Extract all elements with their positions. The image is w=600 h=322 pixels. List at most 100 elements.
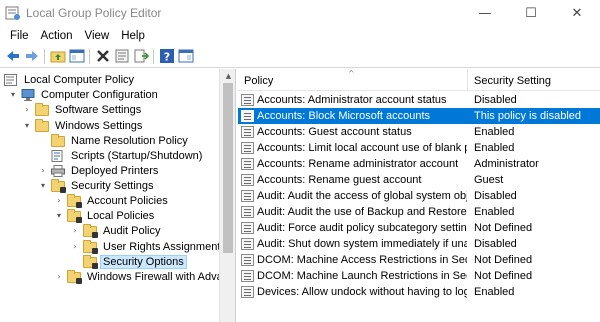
tree-item-software-settings[interactable]: › Software Settings [22,102,143,117]
policy-row[interactable]: Accounts: Block Microsoft accounts This p… [238,108,600,124]
policy-setting-value: Not Defined [474,222,533,234]
chevron-right-icon[interactable]: › [38,166,48,175]
tree-item-label: Scripts (Startup/Shutdown) [71,149,203,162]
column-header-security-setting[interactable]: Security Setting [474,75,551,87]
chevron-right-icon[interactable]: › [70,226,80,235]
policy-name: Accounts: Guest account status [257,126,412,138]
chevron-right-icon[interactable]: › [22,105,32,114]
toolbar-separator [153,49,154,64]
policy-row[interactable]: Audit: Force audit policy subcategory se… [238,220,600,236]
policy-list-pane[interactable]: ^ Policy Security Setting Accounts: Admi… [238,69,600,322]
menu-file[interactable]: File [4,30,35,42]
policy-setting-value: Disabled [474,190,517,202]
policy-setting-icon [241,222,254,234]
computer-icon [21,88,35,101]
console-view-icon[interactable] [177,47,195,65]
policy-row[interactable]: DCOM: Machine Access Restrictions in Sec… [238,252,600,268]
policy-setting-value: Disabled [474,94,517,106]
scroll-up-icon[interactable]: ▲ [220,69,235,83]
policy-row[interactable]: DCOM: Machine Launch Restrictions in Sec… [238,268,600,284]
policy-row[interactable]: Audit: Audit the access of global system… [238,188,600,204]
chevron-right-icon[interactable]: › [70,242,80,251]
close-button[interactable]: ✕ [554,0,600,26]
policy-setting-icon [241,238,254,250]
tree-item-security-settings[interactable]: ▾ Security Settings [38,178,156,193]
delete-icon[interactable] [94,47,112,65]
back-arrow-icon[interactable] [4,47,22,65]
tree-item-label: Local Policies [87,209,155,222]
security-folder-icon [83,254,98,269]
tree-item-label: Windows Firewall with Advan [87,270,229,283]
column-header-policy[interactable]: Policy [244,75,273,87]
security-folder-icon [51,178,66,193]
policy-row[interactable]: Audit: Shut down system immediately if u… [238,236,600,252]
tree-item-user-rights-assignment[interactable]: › User Rights Assignment [70,239,222,254]
tree-item-label: Audit Policy [103,224,161,237]
tree-item-windows-firewall[interactable]: › Windows Firewall with Advan [54,269,231,284]
chevron-right-icon[interactable]: › [54,196,64,205]
tree-item-account-policies[interactable]: › Account Policies [54,193,170,208]
policy-setting-icon [241,126,254,138]
folder-icon [35,118,49,132]
tree-item-local-policies[interactable]: ▾ Local Policies [54,208,156,223]
window-title: Local Group Policy Editor [26,6,162,20]
policy-name: Accounts: Rename administrator account [257,158,459,170]
tree-item-label: User Rights Assignment [103,240,221,253]
forward-arrow-icon[interactable] [23,47,41,65]
tree-item-label: Windows Settings [55,119,143,132]
scrollbar-thumb[interactable] [223,83,233,253]
tree-scrollbar[interactable]: ▲ [219,69,235,322]
policy-name: Audit: Force audit policy subcategory se… [257,222,467,234]
tree-item-computer-configuration[interactable]: ▾ Computer Configuration [8,87,160,102]
policy-name: Accounts: Rename guest account [257,174,422,186]
help-icon[interactable]: ? [158,47,176,65]
title-bar: Local Group Policy Editor — ☐ ✕ [0,0,600,26]
close-icon: ✕ [571,5,583,21]
policy-setting-icon [241,270,254,282]
script-icon [51,149,65,162]
tree-item-label: Software Settings [55,103,142,116]
policy-setting-icon [241,286,254,298]
menu-view[interactable]: View [79,30,116,42]
policy-setting-value: Enabled [474,142,515,154]
chevron-right-icon[interactable]: › [54,272,64,281]
properties-icon[interactable] [113,47,131,65]
policy-setting-value: Administrator [474,158,539,170]
policy-icon [4,73,18,86]
tree-pane[interactable]: Local Computer Policy ▾ Computer Configu… [0,69,236,322]
tree-item-deployed-printers[interactable]: › Deployed Printers [38,163,160,178]
menu-help[interactable]: Help [115,30,151,42]
maximize-button[interactable]: ☐ [508,0,554,26]
security-folder-icon [83,239,98,254]
policy-row[interactable]: Accounts: Administrator account status Di… [238,92,600,108]
policy-row[interactable]: Accounts: Limit local account use of bla… [238,140,600,156]
policy-row[interactable]: Devices: Allow undock without having to … [238,284,600,300]
policy-row[interactable]: Accounts: Rename guest account Guest [238,172,600,188]
minimize-button[interactable]: — [462,0,508,26]
chevron-down-icon[interactable]: ▾ [54,211,64,220]
menu-action[interactable]: Action [35,30,79,42]
policy-name: Accounts: Block Microsoft accounts [257,110,431,122]
svg-text:?: ? [164,51,170,64]
tree-item-scripts[interactable]: Scripts (Startup/Shutdown) [51,148,204,163]
policy-setting-icon [241,174,254,186]
up-folder-icon[interactable] [49,47,67,65]
policy-row[interactable]: Audit: Audit the use of Backup and Resto… [238,204,600,220]
chevron-down-icon[interactable]: ▾ [22,121,32,130]
tree-item-name-resolution-policy[interactable]: Name Resolution Policy [51,133,190,148]
policy-row[interactable]: Accounts: Rename administrator account Ad… [238,156,600,172]
tree-item-audit-policy[interactable]: › Audit Policy [70,223,162,238]
chevron-down-icon[interactable]: ▾ [8,90,18,99]
column-divider[interactable] [467,69,468,91]
policy-row[interactable]: Accounts: Guest account status Enabled [238,124,600,140]
toolbar-separator [44,49,45,64]
toolbar-separator [89,49,90,64]
tree-item-security-options[interactable]: Security Options [83,254,187,269]
tree-item-label: Deployed Printers [71,164,159,177]
show-hide-tree-icon[interactable] [68,47,86,65]
tree-item-windows-settings[interactable]: ▾ Windows Settings [22,118,144,133]
policy-name: Accounts: Administrator account status [257,94,447,106]
tree-item-local-computer-policy[interactable]: Local Computer Policy [4,72,136,87]
export-list-icon[interactable] [132,47,150,65]
chevron-down-icon[interactable]: ▾ [38,181,48,190]
